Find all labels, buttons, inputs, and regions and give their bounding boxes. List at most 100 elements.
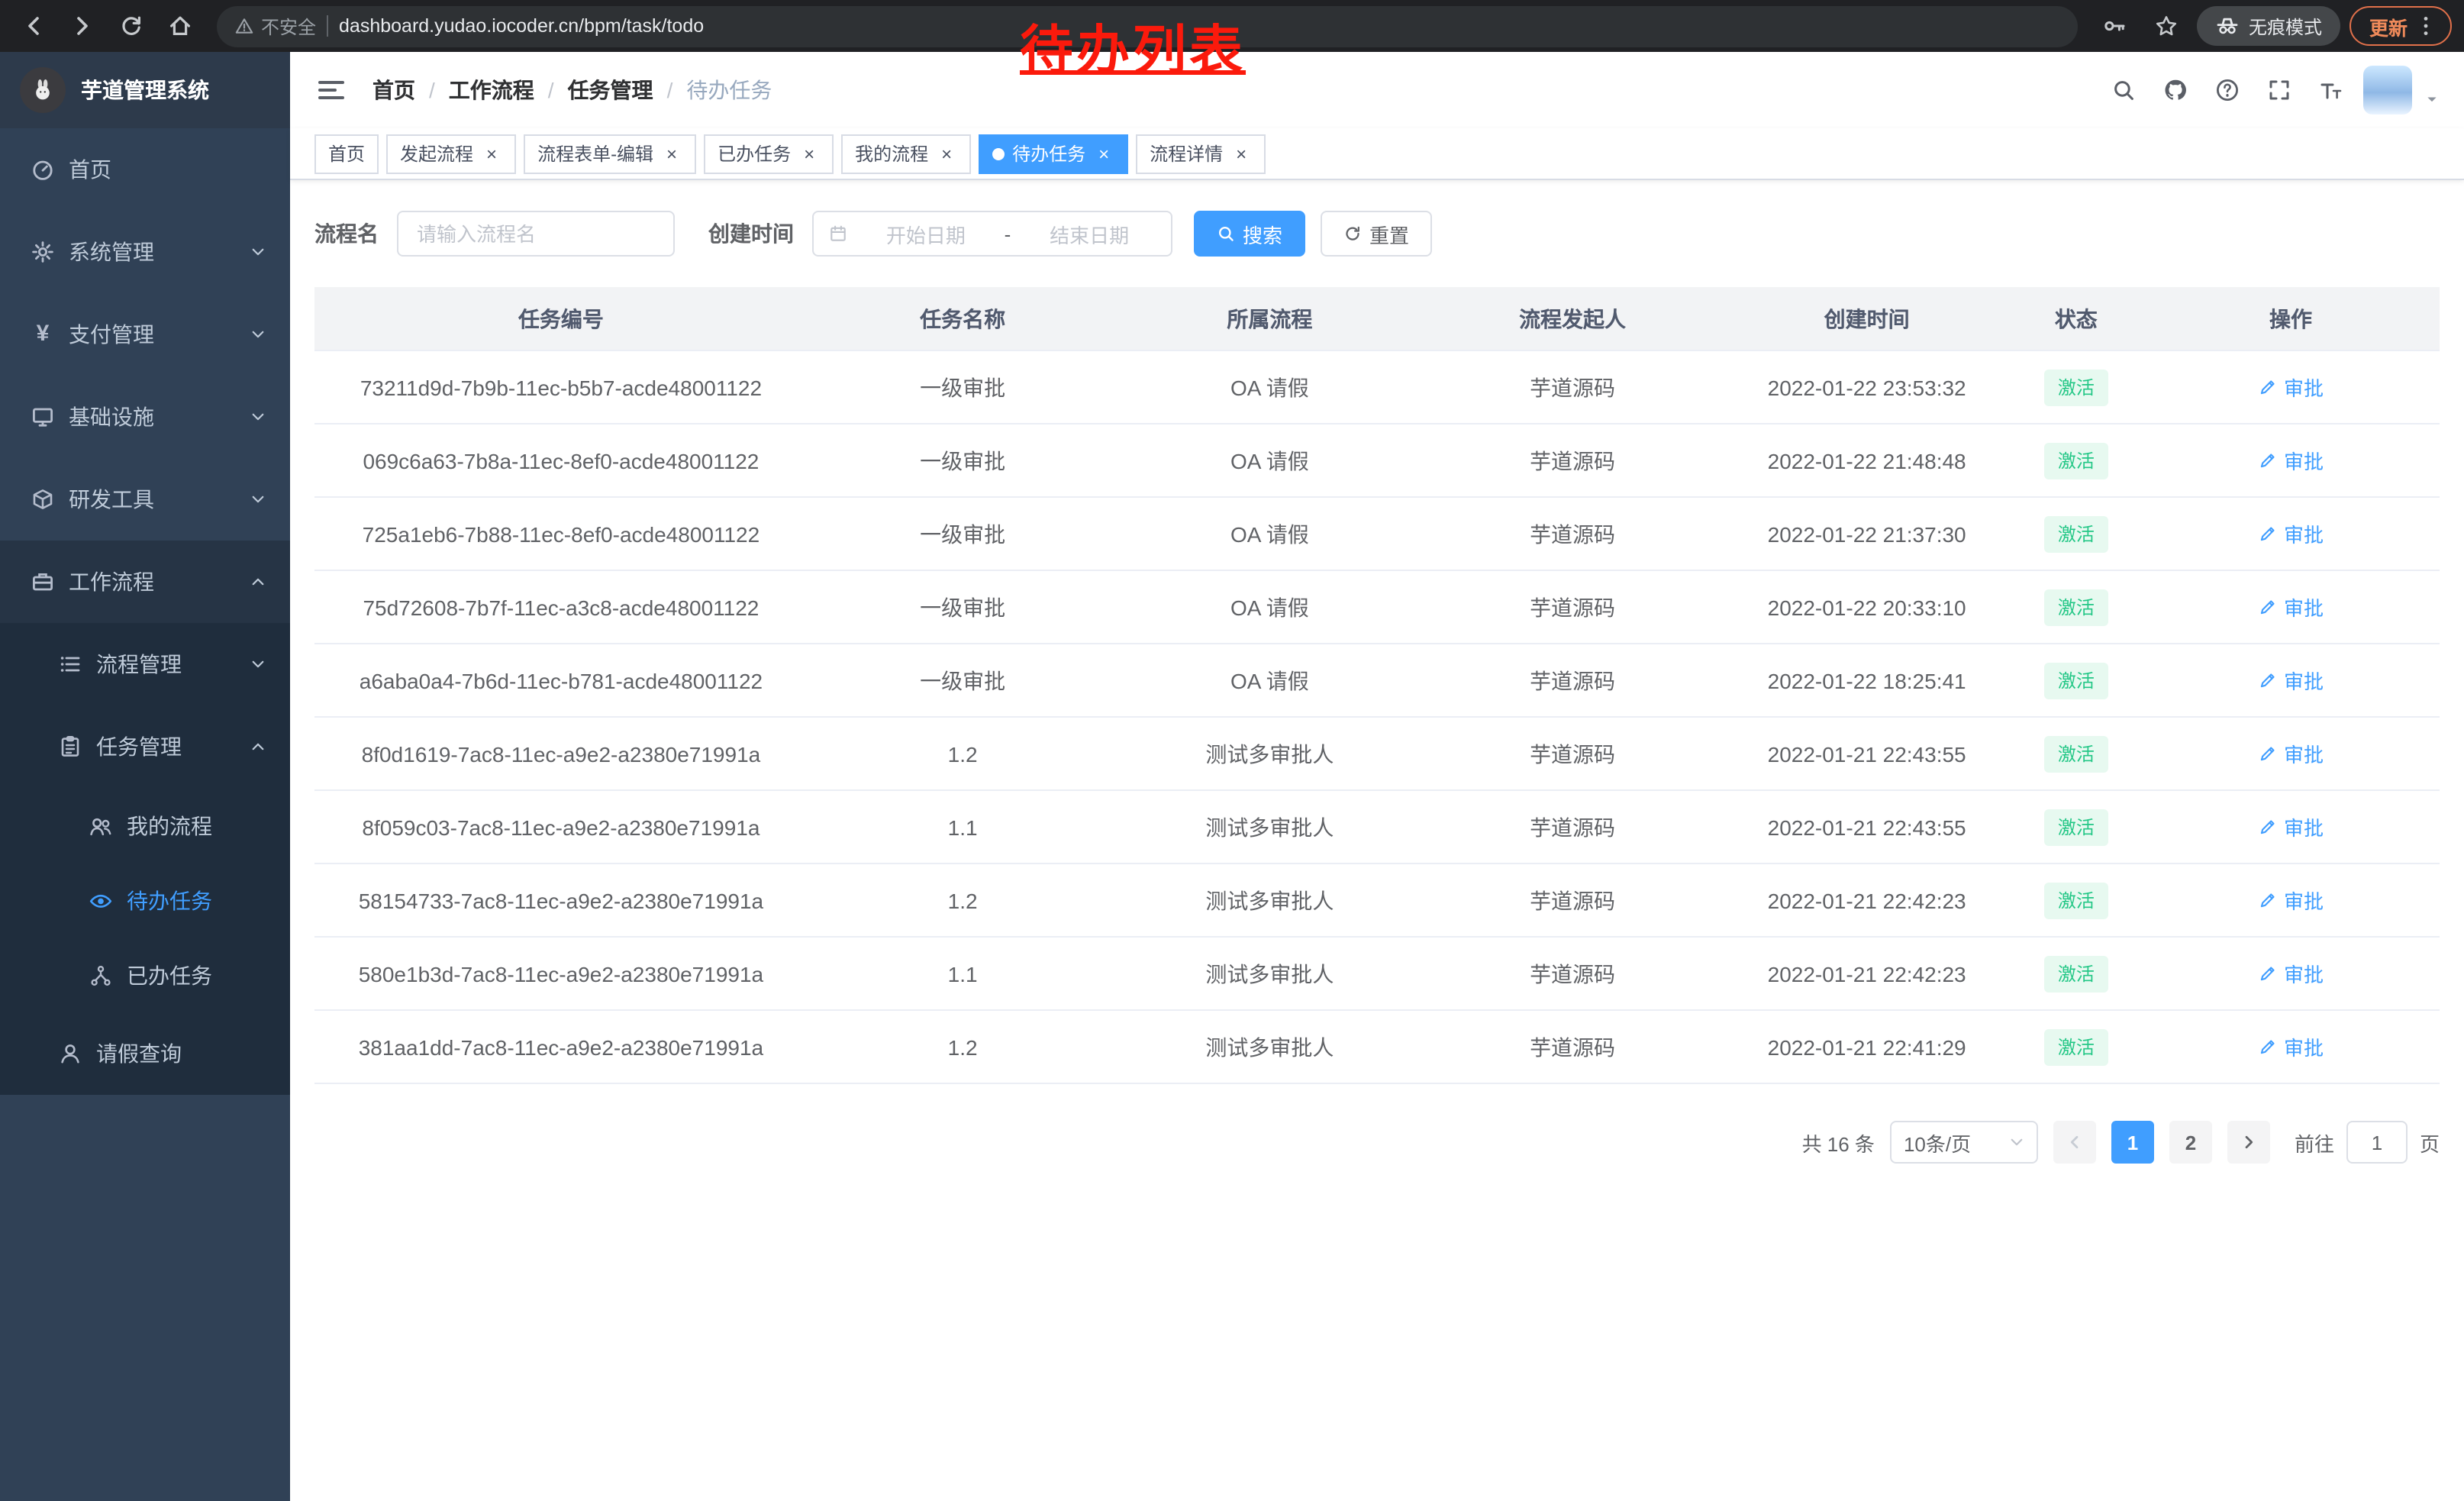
column-header: 任务编号 — [314, 303, 808, 334]
process-name-input[interactable] — [397, 211, 675, 257]
todo-task-table: 任务编号 任务名称 所属流程 流程发起人 创建时间 状态 操作 73211d9d… — [314, 287, 2440, 1084]
cell-status: 激活 — [2011, 589, 2143, 625]
incognito-label: 无痕模式 — [2249, 13, 2322, 39]
tab-label: 已办任务 — [718, 140, 791, 166]
close-icon[interactable]: × — [1230, 143, 1252, 164]
caret-down-icon[interactable] — [2424, 92, 2440, 107]
sidebar-item-infrastructure[interactable]: 基础设施 — [0, 376, 290, 458]
cell-task-name: 一级审批 — [808, 445, 1118, 476]
cell-starter: 芋道源码 — [1421, 592, 1723, 622]
tab-done-tasks[interactable]: 已办任务 × — [704, 134, 834, 173]
sidebar-item-done-tasks[interactable]: 已办任务 — [0, 938, 290, 1012]
approve-link[interactable]: 审批 — [2258, 592, 2324, 621]
approve-link[interactable]: 审批 — [2258, 812, 2324, 841]
sidebar-item-label: 首页 — [69, 154, 111, 185]
table-row: 580e1b3d-7ac8-11ec-a9e2-a2380e71991a 1.1… — [314, 938, 2440, 1011]
page-size-select[interactable]: 10条/页 — [1890, 1121, 2038, 1164]
close-icon[interactable]: × — [936, 143, 957, 164]
forward-icon[interactable] — [61, 5, 104, 47]
sidebar-item-leave-query[interactable]: 请假查询 — [0, 1012, 290, 1095]
search-button[interactable]: 搜索 — [1194, 211, 1305, 257]
sidebar-item-workflow[interactable]: 工作流程 — [0, 541, 290, 623]
page-button-2[interactable]: 2 — [2169, 1121, 2212, 1164]
github-icon[interactable] — [2156, 70, 2195, 110]
reload-icon[interactable] — [110, 5, 153, 47]
password-key-icon[interactable] — [2093, 5, 2136, 47]
menu-dots-icon[interactable] — [2414, 14, 2438, 38]
cell-action: 审批 — [2142, 812, 2440, 841]
breadcrumb-item[interactable]: 工作流程 — [449, 75, 534, 105]
tab-home[interactable]: 首页 — [314, 134, 379, 173]
next-page-button[interactable] — [2227, 1121, 2270, 1164]
cell-created: 2022-01-21 22:43:55 — [1724, 741, 2011, 766]
bookmark-star-icon[interactable] — [2145, 5, 2188, 47]
back-icon[interactable] — [12, 5, 55, 47]
cell-task-id: 725a1eb6-7b88-11ec-8ef0-acde48001122 — [314, 521, 808, 546]
breadcrumb-current: 待办任务 — [686, 75, 772, 105]
approve-label: 审批 — [2284, 886, 2324, 915]
browser-update-button[interactable]: 更新 — [2350, 6, 2452, 46]
table-row: 8f0d1619-7ac8-11ec-a9e2-a2380e71991a 1.2… — [314, 718, 2440, 791]
sidebar-item-process-mgmt[interactable]: 流程管理 — [0, 623, 290, 705]
breadcrumb-item[interactable]: 任务管理 — [568, 75, 653, 105]
sidebar-collapse-icon[interactable] — [314, 73, 348, 107]
close-icon[interactable]: × — [1093, 143, 1114, 164]
cell-process: 测试多审批人 — [1118, 738, 1421, 769]
approve-link[interactable]: 审批 — [2258, 666, 2324, 695]
sidebar-item-home[interactable]: 首页 — [0, 128, 290, 211]
chevron-down-icon — [250, 327, 266, 342]
reset-button[interactable]: 重置 — [1321, 211, 1432, 257]
avatar[interactable] — [2363, 66, 2412, 115]
goto-label: 前往 — [2295, 1128, 2334, 1157]
date-range-picker[interactable]: 开始日期 - 结束日期 — [812, 211, 1172, 257]
cell-process: OA 请假 — [1118, 518, 1421, 549]
sidebar-item-system-mgmt[interactable]: 系统管理 — [0, 211, 290, 293]
sidebar-item-my-processes[interactable]: 我的流程 — [0, 788, 290, 863]
search-icon[interactable] — [2104, 70, 2143, 110]
approve-link[interactable]: 审批 — [2258, 959, 2324, 988]
close-icon[interactable]: × — [798, 143, 820, 164]
start-date-placeholder: 开始日期 — [859, 219, 992, 248]
approve-link[interactable]: 审批 — [2258, 1032, 2324, 1061]
goto-page-input[interactable] — [2346, 1121, 2408, 1164]
sidebar-item-task-mgmt[interactable]: 任务管理 — [0, 705, 290, 788]
security-status[interactable]: 不安全 — [235, 13, 316, 39]
approve-label: 审批 — [2284, 519, 2324, 548]
font-size-icon[interactable] — [2311, 70, 2351, 110]
sidebar-item-dev-tools[interactable]: 研发工具 — [0, 458, 290, 541]
tab-my-processes[interactable]: 我的流程× — [841, 134, 971, 173]
cell-action: 审批 — [2142, 666, 2440, 695]
status-badge: 激活 — [2044, 955, 2108, 992]
tab-initiate-process[interactable]: 发起流程× — [386, 134, 516, 173]
approve-link[interactable]: 审批 — [2258, 373, 2324, 402]
close-icon[interactable]: × — [661, 143, 682, 164]
sidebar-item-todo-tasks[interactable]: 待办任务 — [0, 863, 290, 938]
table-row: 725a1eb6-7b88-11ec-8ef0-acde48001122 一级审… — [314, 498, 2440, 571]
prev-page-button[interactable] — [2053, 1121, 2096, 1164]
home-icon[interactable] — [159, 5, 202, 47]
close-icon[interactable]: × — [481, 143, 502, 164]
tab-process-detail[interactable]: 流程详情× — [1136, 134, 1266, 173]
cell-action: 审批 — [2142, 373, 2440, 402]
chevron-down-icon — [250, 244, 266, 260]
approve-link[interactable]: 审批 — [2258, 886, 2324, 915]
branch-icon — [89, 963, 113, 987]
cell-task-name: 1.2 — [808, 1035, 1118, 1059]
sidebar-item-label: 基础设施 — [69, 402, 154, 432]
app-logo[interactable]: 芋道管理系统 — [0, 52, 290, 128]
page-size-value: 10条/页 — [1904, 1128, 1971, 1157]
approve-link[interactable]: 审批 — [2258, 519, 2324, 548]
fullscreen-icon[interactable] — [2259, 70, 2299, 110]
top-navbar: 首页 / 工作流程 / 任务管理 / 待办任务 — [290, 52, 2464, 128]
help-icon[interactable] — [2208, 70, 2247, 110]
page-button-1[interactable]: 1 — [2111, 1121, 2154, 1164]
approve-link[interactable]: 审批 — [2258, 739, 2324, 768]
column-header: 任务名称 — [808, 303, 1118, 334]
cell-action: 审批 — [2142, 1032, 2440, 1061]
approve-link[interactable]: 审批 — [2258, 446, 2324, 475]
sidebar-item-payment-mgmt[interactable]: ¥ 支付管理 — [0, 293, 290, 376]
tab-todo-tasks[interactable]: 待办任务× — [979, 134, 1128, 173]
tab-process-form-edit[interactable]: 流程表单-编辑× — [524, 134, 696, 173]
breadcrumb-item[interactable]: 首页 — [373, 75, 415, 105]
goto-suffix: 页 — [2420, 1128, 2440, 1157]
